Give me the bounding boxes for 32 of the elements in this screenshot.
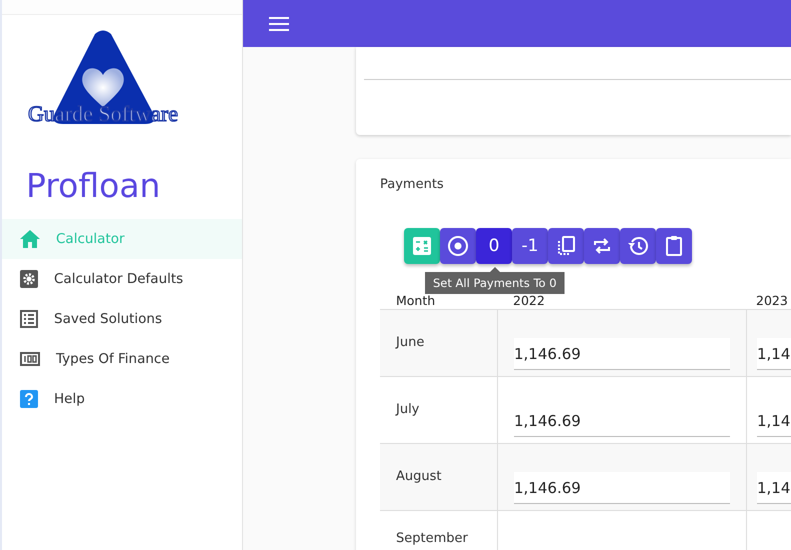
payment-input[interactable]: 1,146.69 [514,338,730,370]
history-icon [627,235,649,257]
tooltip: Set All Payments To 0 [425,267,565,294]
sidebar-item[interactable]: Saved Solutions [2,299,242,339]
sidebar-item[interactable]: Types Of Finance [2,339,242,379]
clipboard-icon [665,235,683,257]
calculator-icon [413,237,431,255]
copy-icon [556,236,576,256]
card-title: Payments [380,177,445,192]
menu-icon[interactable] [269,16,289,30]
toolbar-button[interactable] [440,228,476,264]
payment-input[interactable]: 1,14 [757,472,791,504]
toolbar-button[interactable]: 0 [476,228,512,264]
payment-input[interactable]: 1,146.69 [514,472,730,504]
toolbar-button[interactable]: -1 [512,228,548,264]
sidebar-item[interactable]: Help [2,379,242,419]
target-icon [447,235,469,257]
table-cell: June [380,310,497,377]
app-name: Profloan [25,165,162,207]
gear-icon [20,270,38,288]
help-icon [20,390,38,408]
counter-icon [20,352,40,366]
repeat-icon [592,236,612,256]
toolbar-button[interactable] [620,228,656,264]
toolbar-button[interactable] [548,228,584,264]
toolbar-button[interactable] [584,228,620,264]
sidebar-item[interactable]: Calculator Defaults [2,259,242,299]
table-cell: August [380,444,497,511]
home-icon [20,230,40,248]
list-icon [20,310,38,328]
payment-input[interactable]: 1,14 [757,338,791,370]
toolbar-button[interactable] [656,228,692,264]
